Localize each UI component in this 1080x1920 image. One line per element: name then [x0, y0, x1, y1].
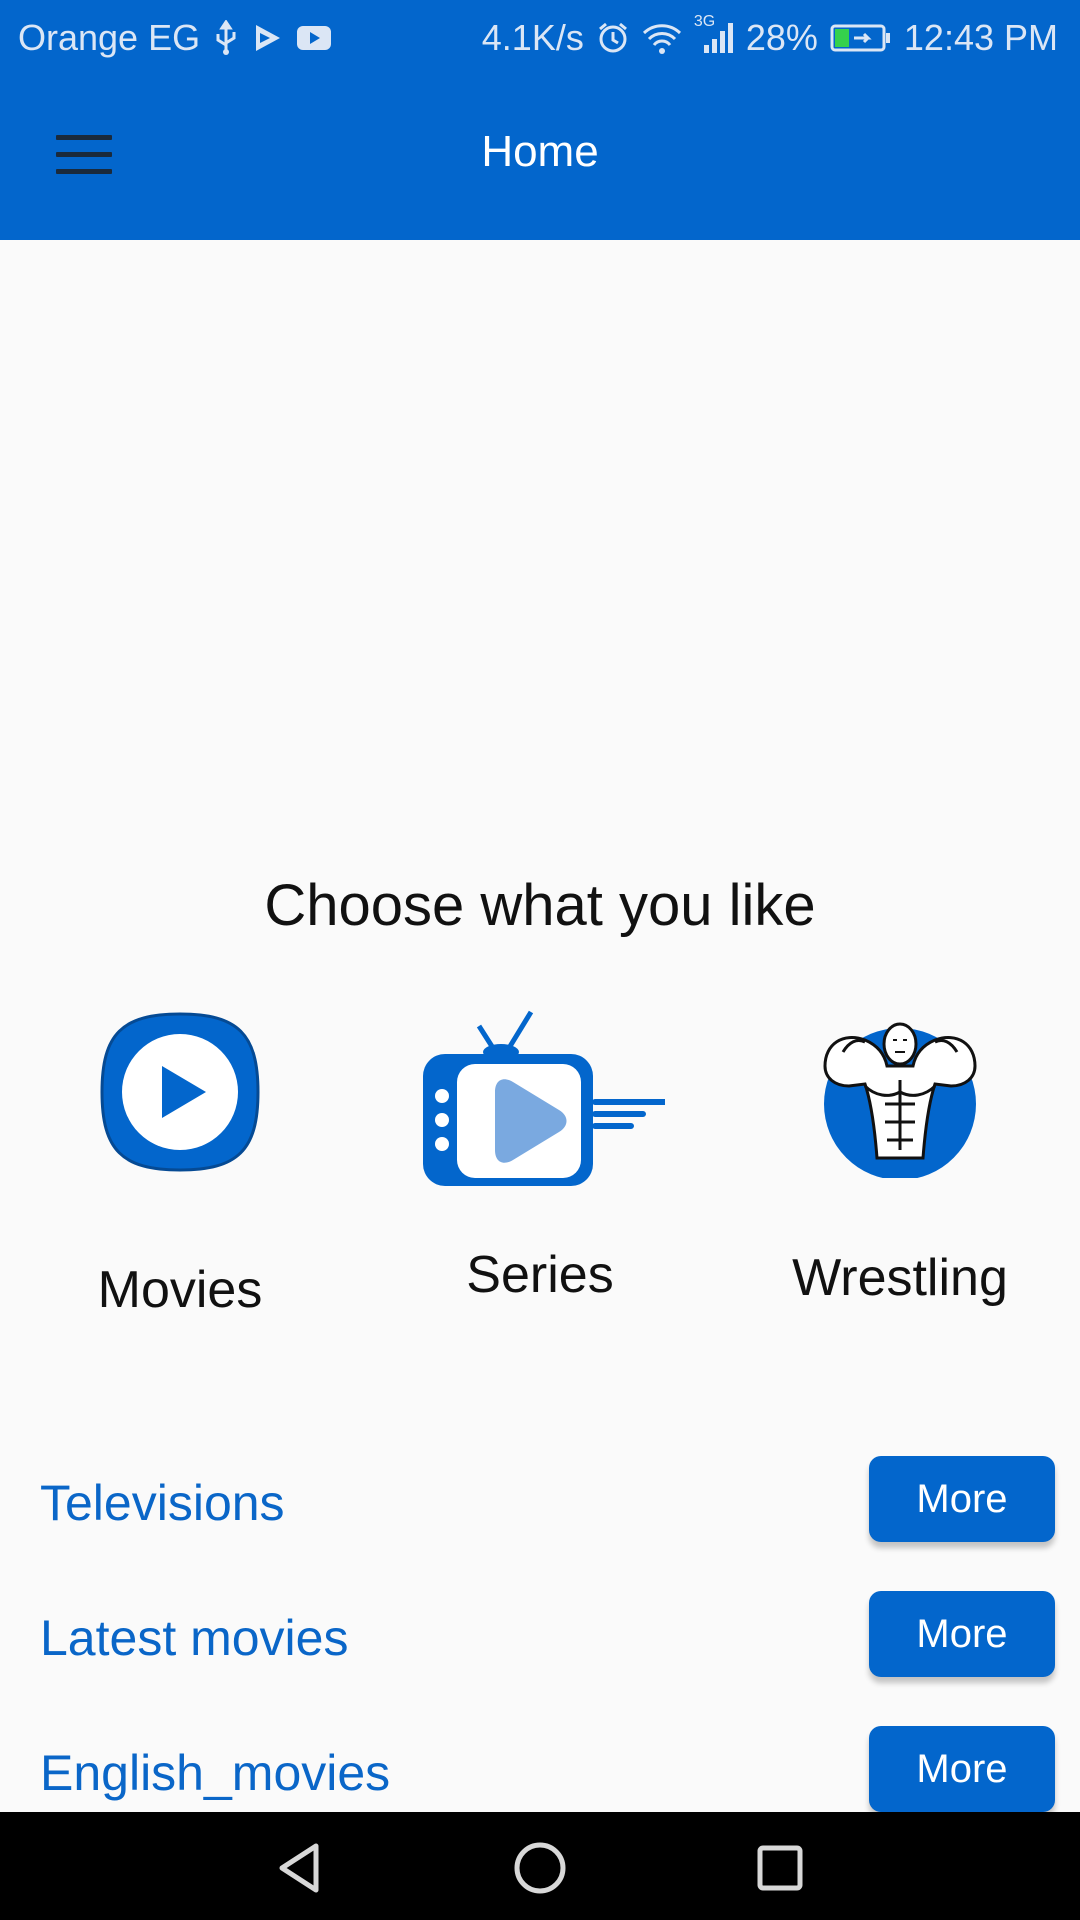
back-icon[interactable] [268, 1836, 332, 1900]
more-button[interactable]: More [869, 1456, 1055, 1542]
network-type: 3G [693, 12, 716, 30]
section-row-televisions: Televisions More [0, 1456, 1080, 1556]
network-speed: 4.1K/s [481, 16, 584, 58]
category-wrestling[interactable]: Wrestling [780, 1018, 1020, 1308]
category-series[interactable]: Series [415, 998, 665, 1305]
more-button[interactable]: More [869, 1726, 1055, 1812]
signal-icon: 3G [694, 13, 734, 55]
more-button[interactable]: More [869, 1591, 1055, 1677]
system-nav-bar [0, 1812, 1080, 1920]
youtube-icon [296, 24, 332, 52]
carrier-name: Orange EG [18, 16, 201, 58]
section-heading: Choose what you like [264, 873, 816, 938]
home-icon[interactable] [508, 1836, 572, 1900]
recents-icon[interactable] [748, 1836, 812, 1900]
section-row-latest-movies: Latest movies More [0, 1591, 1080, 1691]
status-bar: Orange EG 4.1K/s 3G 28% 12:43 PM [0, 0, 1080, 75]
category-movies[interactable]: Movies [80, 1010, 280, 1320]
battery-percent: 28% [745, 16, 818, 58]
wifi-icon [642, 21, 682, 55]
clock: 12:43 PM [903, 16, 1058, 58]
section-title[interactable]: English_movies [40, 1744, 390, 1802]
category-label: Series [466, 1246, 614, 1304]
section-row-english-movies: English_movies More [0, 1726, 1080, 1826]
category-label: Wrestling [792, 1249, 1008, 1307]
tv-icon [415, 998, 665, 1188]
app-bar: Home [0, 75, 1080, 240]
play-store-icon [252, 23, 282, 53]
battery-icon [830, 23, 892, 53]
category-label: Movies [97, 1261, 263, 1319]
play-button-icon [80, 1010, 280, 1180]
alarm-icon [596, 21, 630, 55]
section-title[interactable]: Televisions [40, 1474, 285, 1532]
usb-icon [214, 19, 238, 56]
page-title: Home [481, 127, 599, 176]
section-title[interactable]: Latest movies [40, 1609, 348, 1667]
wrestler-icon [780, 1018, 1020, 1178]
